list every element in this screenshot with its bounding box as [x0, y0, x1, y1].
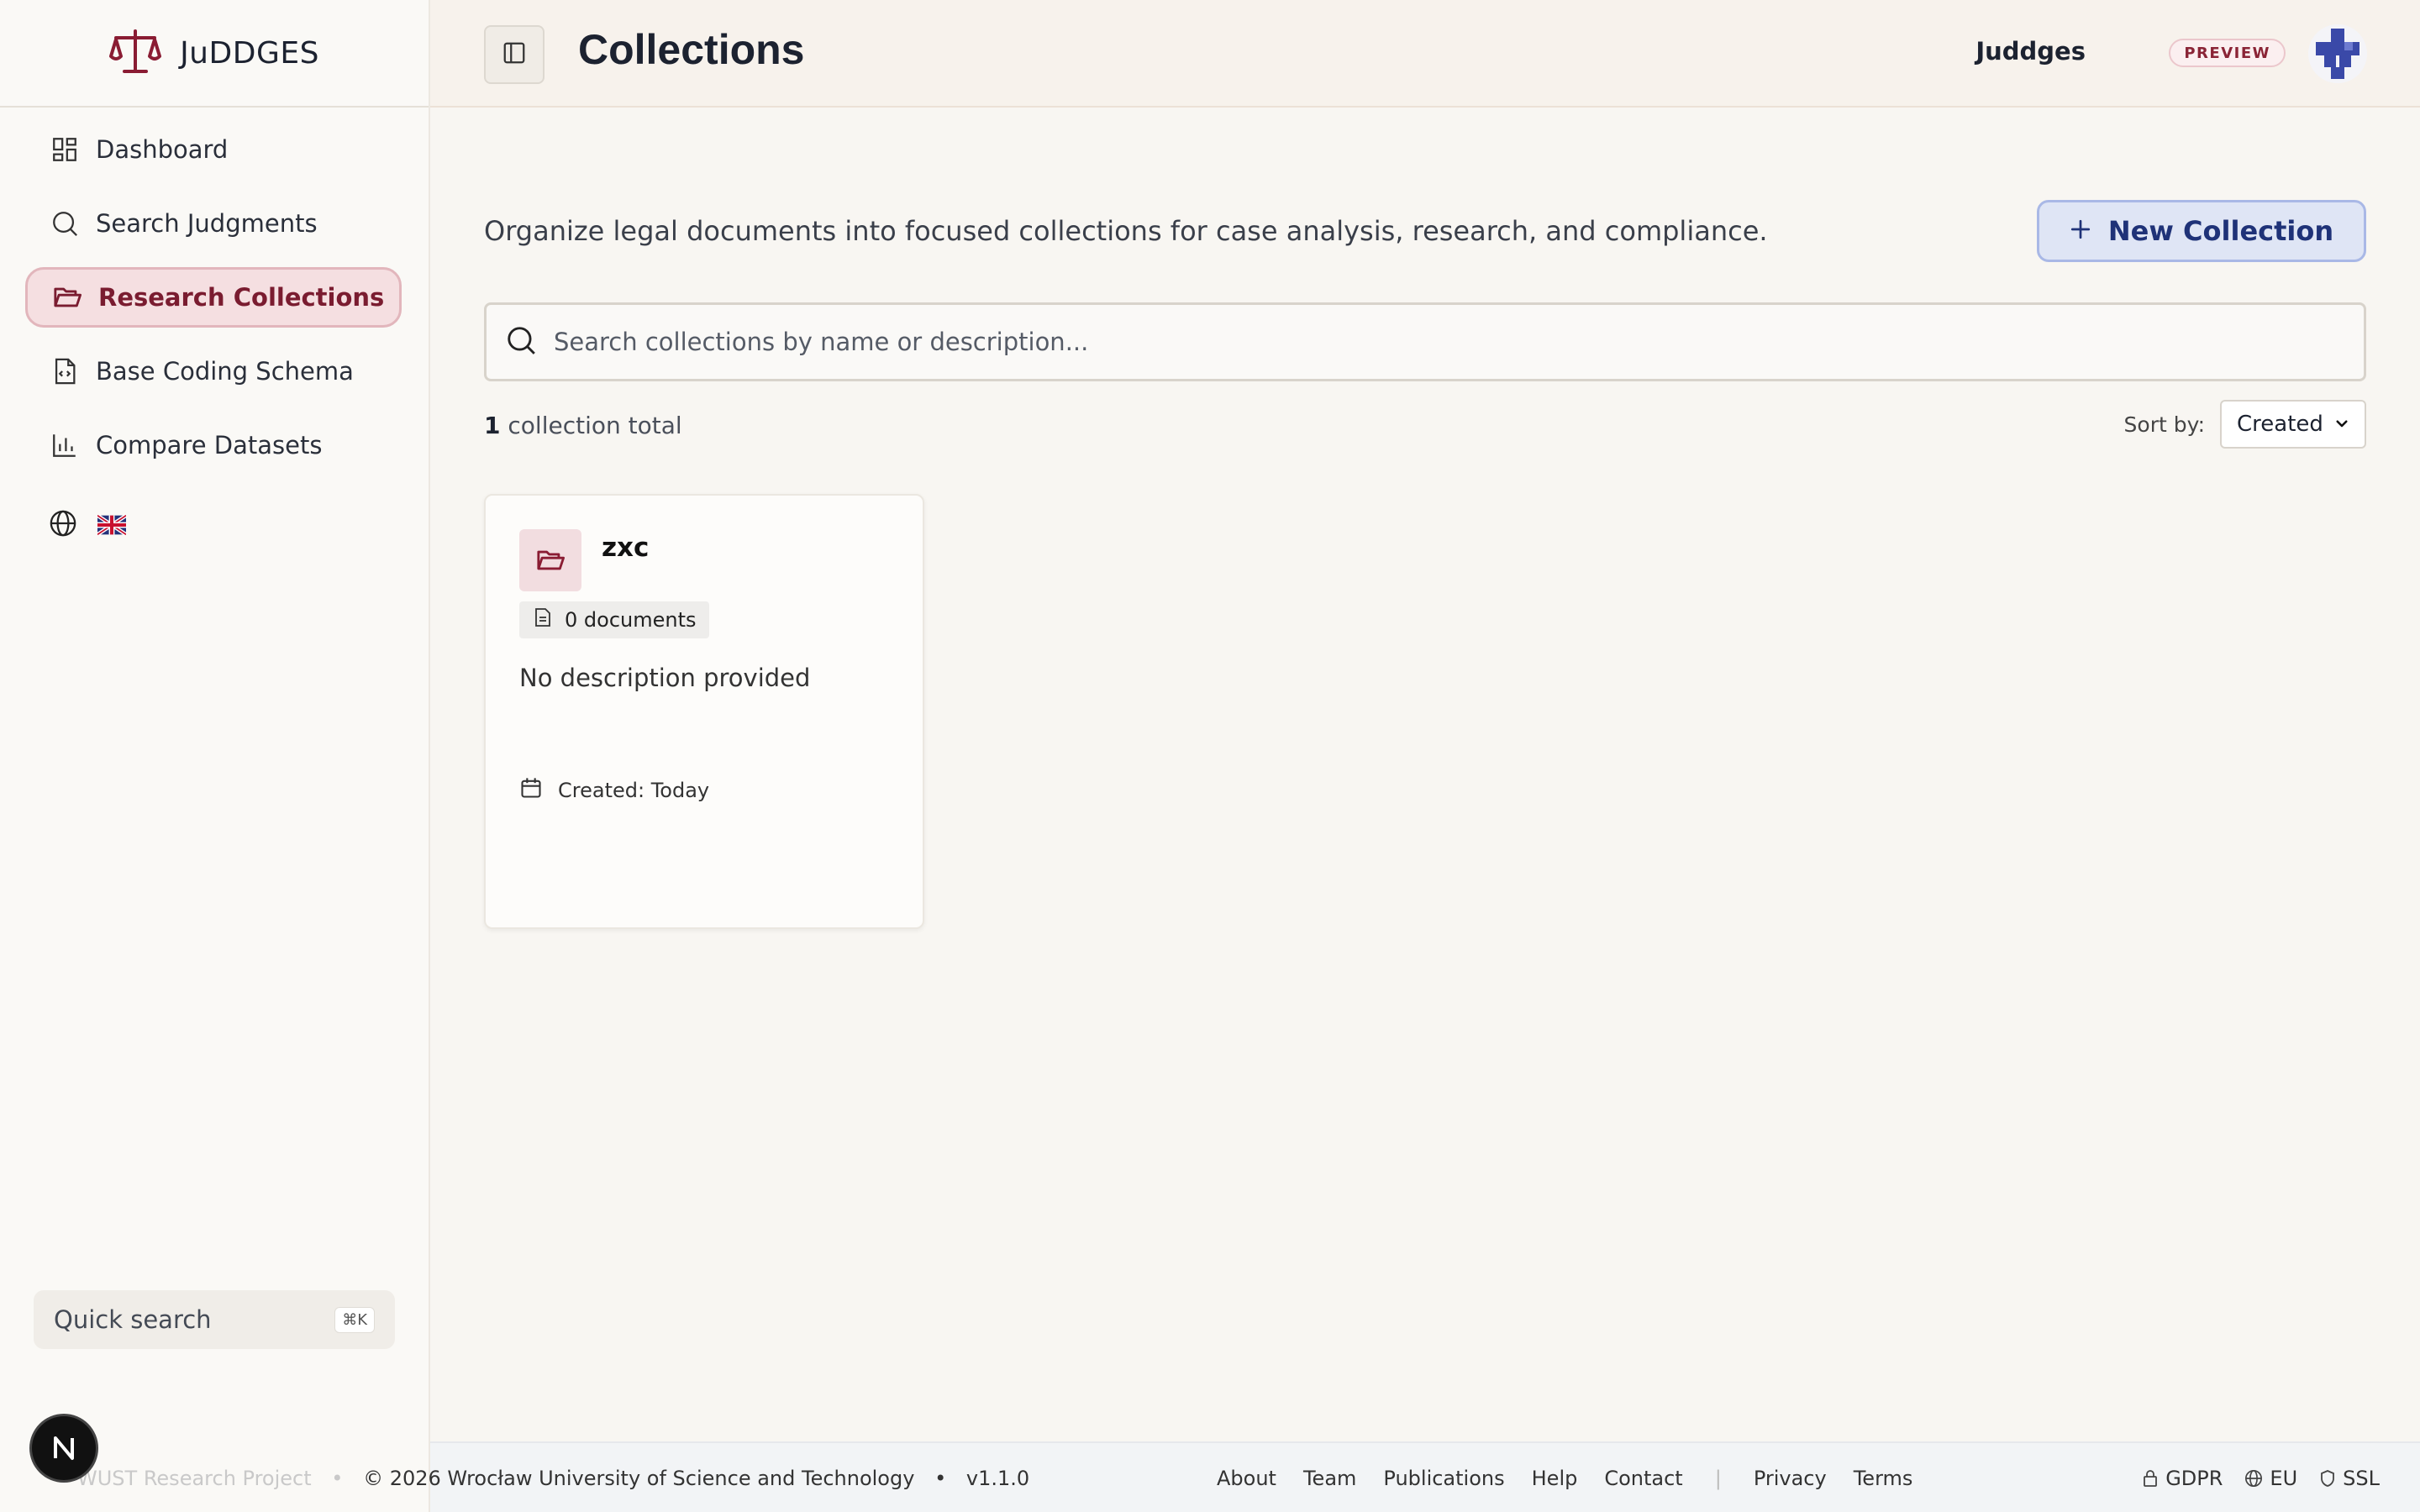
count-number: 1 [484, 412, 501, 439]
collection-description: No description provided [519, 664, 811, 692]
sidebar-item-search-judgments[interactable]: Search Judgments [25, 193, 402, 254]
sidebar-item-base-coding-schema[interactable]: Base Coding Schema [25, 341, 402, 402]
shortcut-badge: ⌘K [334, 1306, 375, 1333]
footer-copyright: © 2026 Wrocław University of Science and… [363, 1467, 915, 1490]
footer-link-about[interactable]: About [1217, 1467, 1276, 1490]
brand[interactable]: JuDDGES [0, 0, 429, 108]
sidebar-item-label: Dashboard [96, 135, 229, 164]
panel-left-icon [502, 40, 527, 69]
collection-card[interactable]: zxc 0 documents No description provided … [484, 494, 924, 929]
search-icon [49, 207, 81, 239]
footer-link-help[interactable]: Help [1532, 1467, 1578, 1490]
collection-created: Created: Today [519, 776, 709, 805]
folder-open-icon [519, 529, 581, 591]
top-header: Collections Juddges PREVIEW [430, 0, 2420, 108]
footer-version: v1.1.0 [965, 1467, 1030, 1490]
page-title: Collections [578, 26, 805, 73]
file-text-icon [534, 607, 551, 633]
footer-link-contact[interactable]: Contact [1604, 1467, 1682, 1490]
globe-icon [2245, 1470, 2263, 1487]
user-name: Juddges [1975, 37, 2086, 66]
search-icon [505, 324, 537, 360]
footer-divider: | [1714, 1467, 1722, 1490]
preview-badge: PREVIEW [2169, 39, 2286, 67]
sidebar-item-label: Compare Datasets [96, 431, 323, 459]
sidebar-item-compare-datasets[interactable]: Compare Datasets [25, 415, 402, 475]
document-count-badge: 0 documents [519, 601, 709, 638]
footer-link-privacy[interactable]: Privacy [1754, 1467, 1827, 1490]
count-text: collection total [500, 412, 682, 439]
brand-name: JuDDGES [180, 35, 319, 71]
collection-search [484, 302, 2366, 381]
quick-search-button[interactable]: Quick search ⌘K [34, 1290, 395, 1349]
bar-chart-icon [49, 429, 81, 461]
sort-select[interactable]: Created [2220, 400, 2366, 449]
new-collection-label: New Collection [2107, 215, 2334, 247]
ssl-badge: SSL [2319, 1467, 2380, 1490]
sidebar-item-research-collections[interactable]: Research Collections [25, 267, 402, 328]
footer-info: WUST Research Project • © 2026 Wrocław U… [77, 1467, 1030, 1490]
next-dev-indicator-button[interactable] [32, 1416, 96, 1480]
page-description: Organize legal documents into focused co… [484, 215, 1768, 247]
gdpr-badge: GDPR [2142, 1467, 2223, 1490]
file-code-icon [49, 355, 81, 387]
search-input[interactable] [554, 328, 2318, 356]
quick-search-label: Quick search [54, 1305, 212, 1334]
sort-label: Sort by: [2123, 412, 2205, 437]
footer: WUST Research Project • © 2026 Wrocław U… [77, 1441, 2420, 1512]
footer-badges: GDPR EU SSL [2142, 1467, 2380, 1490]
document-count: 0 documents [565, 608, 697, 632]
created-date: Created: Today [558, 779, 710, 802]
sidebar-item-label: Search Judgments [96, 209, 318, 238]
chevron-down-icon [2334, 412, 2349, 437]
collection-name[interactable]: zxc [602, 533, 649, 563]
scales-logo-icon [109, 28, 162, 78]
sort-value: Created [2237, 412, 2323, 437]
sidebar-item-dashboard[interactable]: Dashboard [25, 119, 402, 180]
n-logo-icon [54, 1436, 74, 1460]
uk-flag-icon[interactable] [96, 513, 128, 537]
sidebar: JuDDGES Dashboard Search Judgments Resea… [0, 0, 430, 1512]
sort-control: Sort by: Created [2124, 400, 2366, 449]
avatar[interactable] [2307, 24, 2368, 84]
sidebar-item-label: Research Collections [98, 283, 385, 312]
footer-link-terms[interactable]: Terms [1854, 1467, 1913, 1490]
sidebar-item-label: Base Coding Schema [96, 357, 354, 386]
footer-links: About Team Publications Help Contact | P… [1217, 1467, 1912, 1490]
calendar-icon [519, 776, 543, 805]
eu-badge: EU [2244, 1467, 2297, 1490]
sidebar-toggle-button[interactable] [484, 25, 544, 84]
shield-icon [2321, 1470, 2335, 1487]
dashboard-icon [49, 134, 81, 165]
sidebar-nav: Dashboard Search Judgments Research Coll… [0, 108, 429, 475]
language-switcher[interactable] [49, 509, 429, 541]
footer-link-team[interactable]: Team [1303, 1467, 1356, 1490]
footer-link-publications[interactable]: Publications [1383, 1467, 1504, 1490]
folder-open-icon [51, 281, 83, 313]
collection-count: 1 collection total [484, 412, 682, 439]
new-collection-button[interactable]: New Collection [2037, 200, 2366, 262]
globe-icon[interactable] [49, 509, 77, 541]
footer-project: WUST Research Project [77, 1467, 312, 1490]
plus-icon [2070, 215, 2091, 247]
lock-icon [2144, 1470, 2158, 1487]
